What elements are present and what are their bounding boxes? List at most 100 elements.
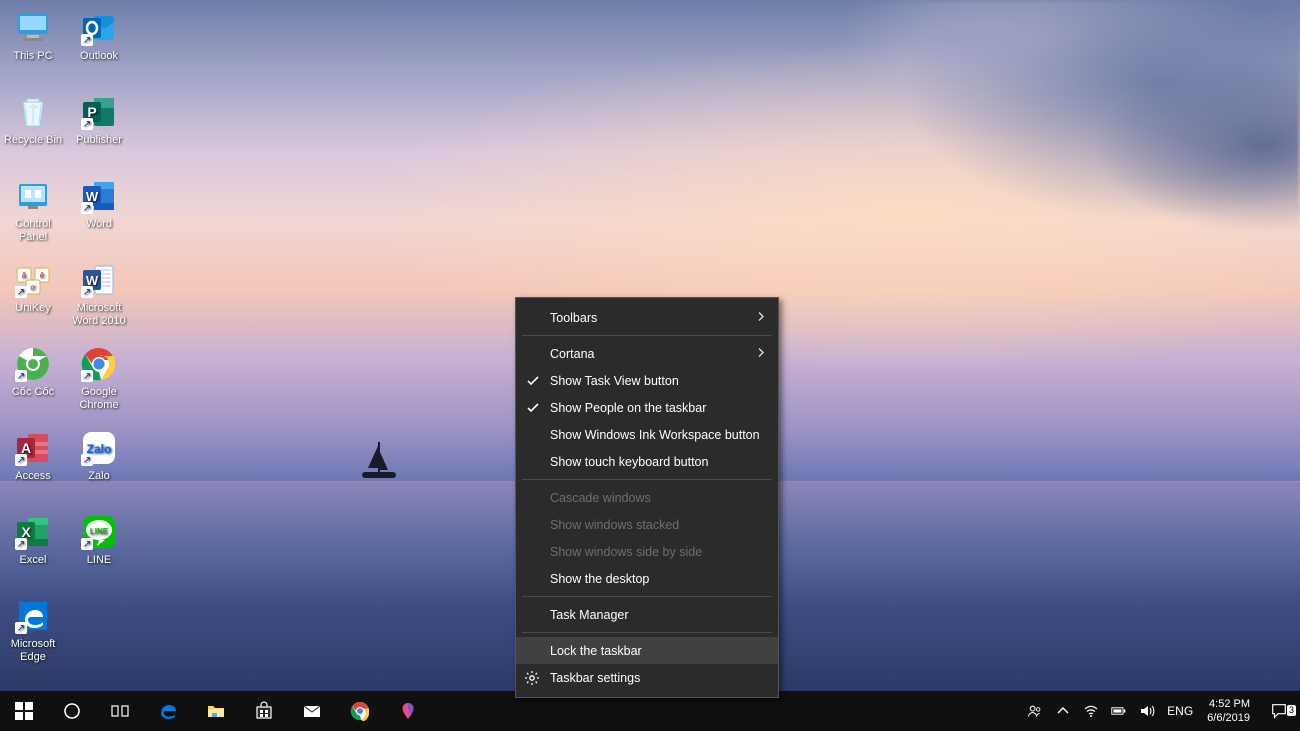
tray-clock[interactable]: 4:52 PM 6/6/2019 [1199,697,1258,725]
desktop-icon-line[interactable]: LINE ↗ LINE [66,508,132,592]
desktop-icon-label: This PC [13,50,52,63]
ime-label: ENG [1167,704,1193,718]
context-menu-item-label: Show windows side by side [550,545,702,559]
start-button[interactable] [0,691,48,731]
tray-people[interactable] [1021,691,1049,731]
shortcut-overlay-icon: ↗ [15,454,27,466]
desktop-icon-unikey[interactable]: âêơ ↗ UniKey [0,256,66,340]
coc-coc-icon: ↗ [13,344,53,384]
desktop-icon-label: Word [86,218,112,231]
desktop-icon-google-chrome[interactable]: ↗ Google Chrome [66,340,132,424]
context-menu-item-label: Show windows stacked [550,518,679,532]
context-menu-item[interactable]: Cortana [516,340,778,367]
desktop-icon-control-panel[interactable]: Control Panel [0,172,66,256]
taskbar-app-chrome[interactable] [336,691,384,731]
edge-icon: ↗ [13,596,53,636]
zalo-icon: Zalo ↗ [79,428,119,468]
shortcut-overlay-icon: ↗ [81,34,93,46]
tray-action-center[interactable]: 3 [1258,702,1300,720]
check-icon [526,401,540,415]
context-menu-item-label: Cascade windows [550,491,651,505]
context-menu-item[interactable]: Show Task View button [516,367,778,394]
clock-date: 6/6/2019 [1207,711,1250,725]
context-menu-item[interactable]: Taskbar settings [516,664,778,691]
line-icon: LINE ↗ [79,512,119,552]
mail-icon [302,701,322,721]
desktop-icon-word[interactable]: W ↗ Word [66,172,132,256]
check-icon [526,374,540,388]
desktop-icon-excel[interactable]: X ↗ Excel [0,508,66,592]
chrome-icon: ↗ [79,344,119,384]
context-menu-item[interactable]: Lock the taskbar [516,637,778,664]
shortcut-overlay-icon: ↗ [15,370,27,382]
word-2010-icon: W ↗ [79,260,119,300]
desktop-icon-zalo[interactable]: Zalo ↗ Zalo [66,424,132,508]
context-menu-item[interactable]: Show People on the taskbar [516,394,778,421]
task-view-icon [110,701,130,721]
shortcut-overlay-icon: ↗ [81,202,93,214]
task-view-button[interactable] [96,691,144,731]
clock-time: 4:52 PM [1209,697,1250,711]
svg-text:â: â [22,271,27,280]
context-menu-separator [522,632,772,633]
context-menu-item-label: Show touch keyboard button [550,455,708,469]
tray-overflow-chevron[interactable] [1049,691,1077,731]
context-menu-separator [522,335,772,336]
context-menu-item-label: Cortana [550,347,594,361]
context-menu-item-label: Show the desktop [550,572,649,586]
recycle-bin-icon [13,92,53,132]
access-icon: A ↗ [13,428,53,468]
unikey-icon: âêơ ↗ [13,260,53,300]
system-tray: ENG 4:52 PM 6/6/2019 3 [1021,691,1300,731]
this-pc-icon [13,8,53,48]
action-center-icon [1270,702,1288,720]
context-menu-item[interactable]: Show Windows Ink Workspace button [516,421,778,448]
taskbar-app-mail[interactable] [288,691,336,731]
svg-text:LINE: LINE [90,527,109,536]
desktop-icon-label: Control Panel [0,218,66,244]
chevron-right-icon [756,311,766,324]
tray-network[interactable] [1077,691,1105,731]
desktop-icon-label: Outlook [80,50,118,63]
context-menu-item[interactable]: Show the desktop [516,565,778,592]
taskbar-app-edge[interactable] [144,691,192,731]
shortcut-overlay-icon: ↗ [81,286,93,298]
taskbar-app-file-explorer[interactable] [192,691,240,731]
chevron-right-icon [756,347,766,360]
cortana-circle-icon [62,701,82,721]
desktop-icon-recycle-bin[interactable]: Recycle Bin [0,88,66,172]
taskbar-app-microsoft-store[interactable] [240,691,288,731]
context-menu-item-label: Task Manager [550,608,629,622]
desktop-icon-label: UniKey [15,302,50,315]
context-menu-separator [522,479,772,480]
desktop-icon-microsoft-word-2010[interactable]: W ↗ Microsoft Word 2010 [66,256,132,340]
context-menu-item: Show windows side by side [516,538,778,565]
desktop-icon-microsoft-edge[interactable]: ↗ Microsoft Edge [0,592,66,676]
publisher-icon: P ↗ [79,92,119,132]
context-menu-item[interactable]: Show touch keyboard button [516,448,778,475]
word-icon: W ↗ [79,176,119,216]
context-menu-item[interactable]: Toolbars [516,304,778,331]
taskbar-left [0,691,432,731]
desktop-icon-access[interactable]: A ↗ Access [0,424,66,508]
taskbar-app-maps[interactable] [384,691,432,731]
context-menu-item[interactable]: Task Manager [516,601,778,628]
taskbar-context-menu: Toolbars Cortana Show Task View button Show… [515,297,779,698]
tray-battery[interactable] [1105,691,1133,731]
battery-icon [1111,703,1127,719]
cortana-search-button[interactable] [48,691,96,731]
context-menu-item-label: Show People on the taskbar [550,401,706,415]
shortcut-overlay-icon: ↗ [81,118,93,130]
desktop-icon-this-pc[interactable]: This PC [0,4,66,88]
desktop-icon-publisher[interactable]: P ↗ Publisher [66,88,132,172]
context-menu-item: Show windows stacked [516,511,778,538]
context-menu-item-label: Taskbar settings [550,671,640,685]
tray-ime[interactable]: ENG [1161,691,1199,731]
svg-text:ơ: ơ [30,283,36,292]
outlook-icon: ↗ [79,8,119,48]
desktop-icon-label: Recycle Bin [4,134,62,147]
desktop-icon-outlook[interactable]: ↗ Outlook [66,4,132,88]
shortcut-overlay-icon: ↗ [81,454,93,466]
tray-volume[interactable] [1133,691,1161,731]
desktop-icon-coc-coc[interactable]: ↗ Cốc Cốc [0,340,66,424]
